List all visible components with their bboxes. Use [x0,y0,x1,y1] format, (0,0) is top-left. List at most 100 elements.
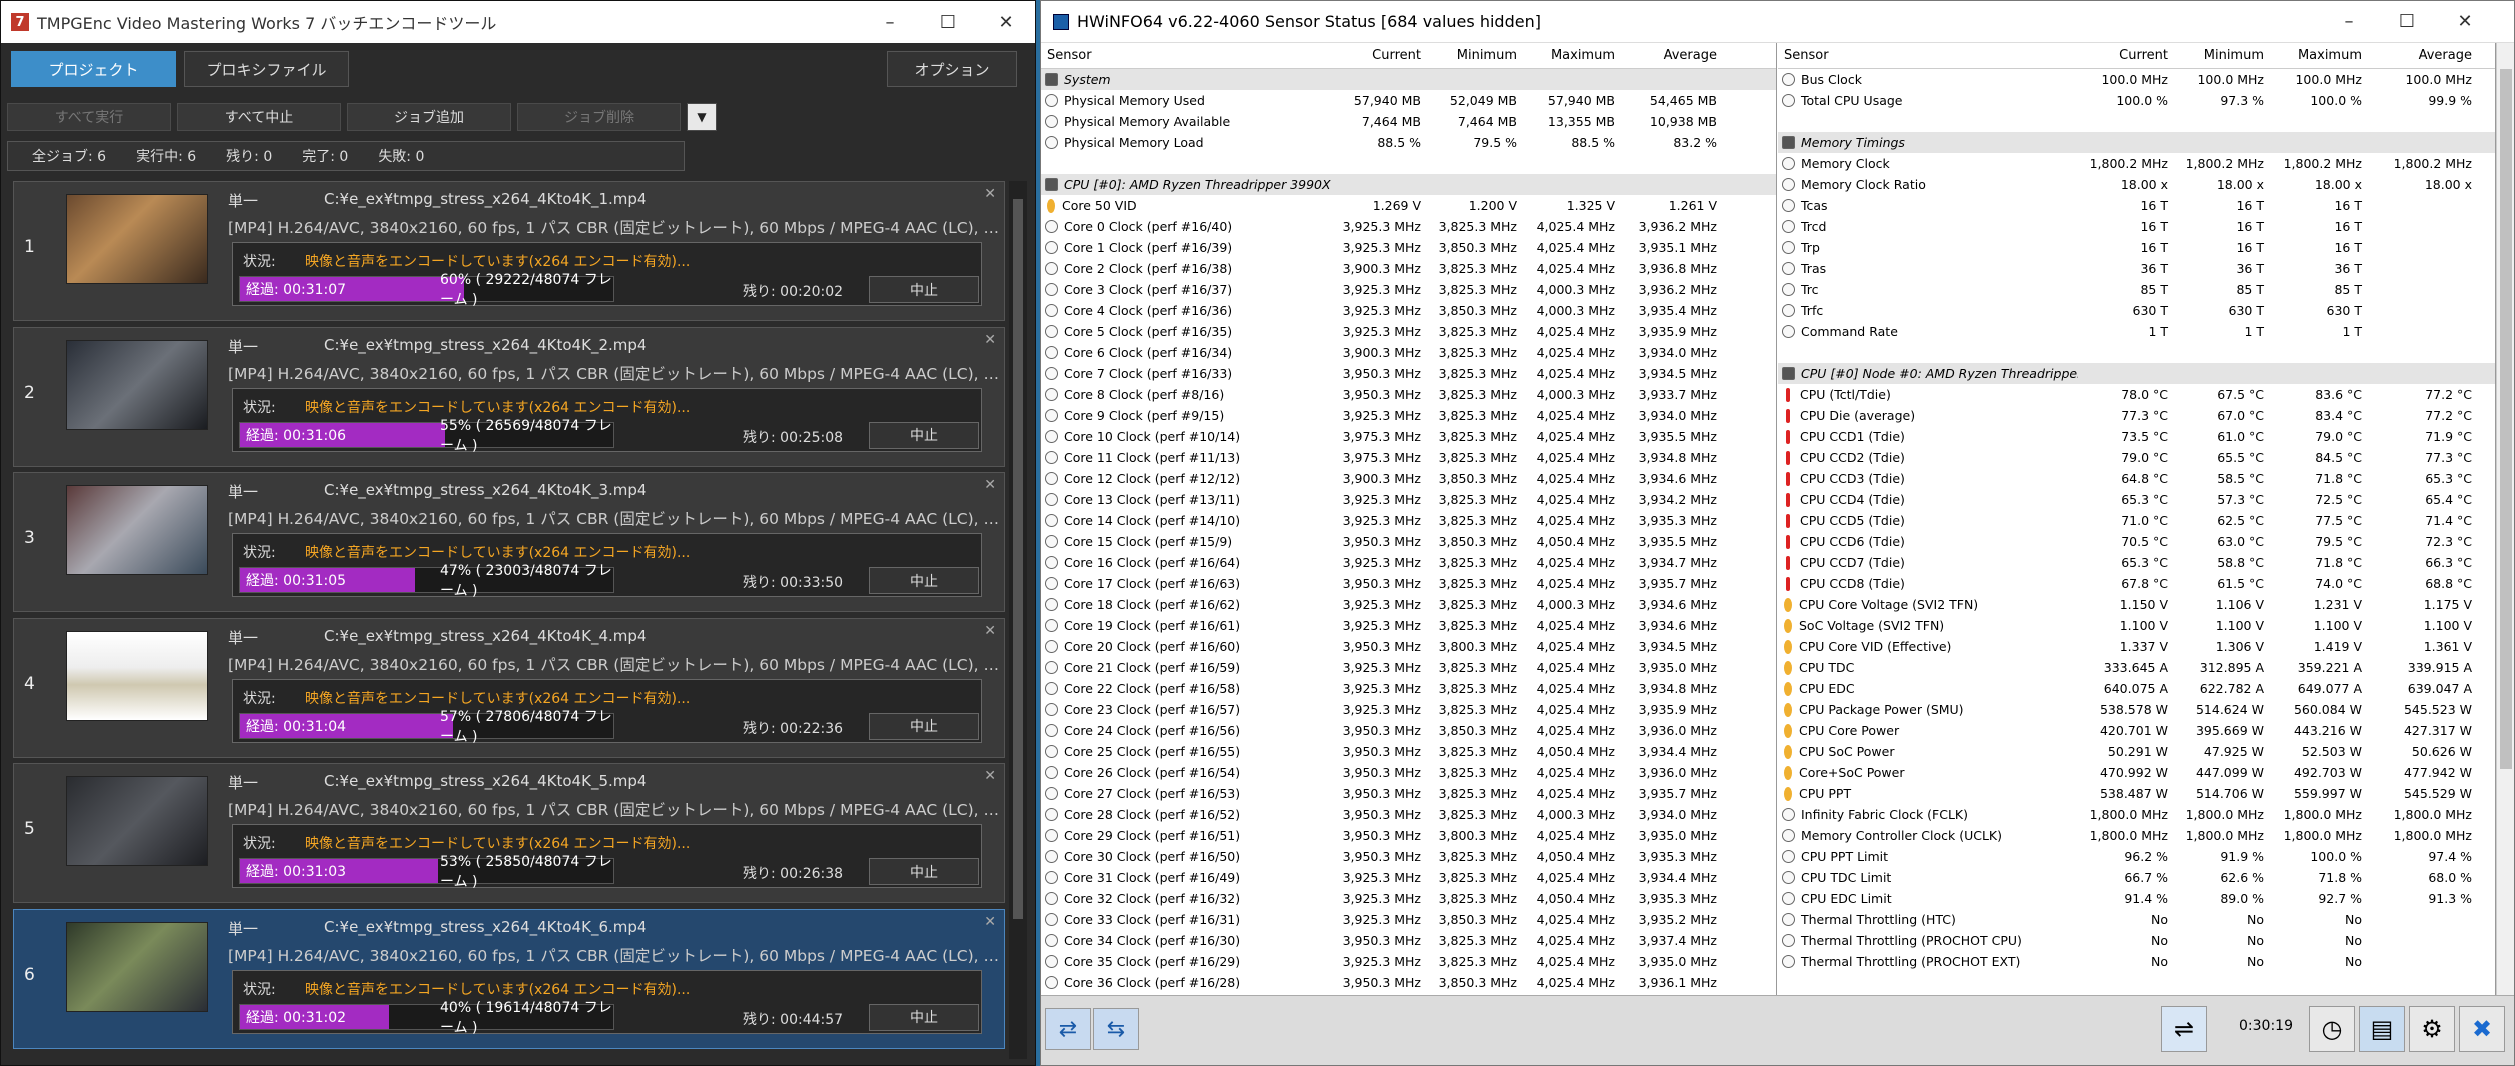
job-close-icon[interactable]: ✕ [984,623,996,639]
tab-project[interactable]: プロジェクト [11,51,176,87]
sensor-row[interactable]: Core 9 Clock (perf #9/15) 3,925.3 MHz 3,82… [1041,405,1776,426]
sensor-row[interactable]: CPU CCD6 (Tdie) 70.5 °C 63.0 °C 79.5 °C 72.3… [1778,531,2495,552]
stop-job-button[interactable]: 中止 [869,276,979,303]
sensor-row[interactable]: Core 5 Clock (perf #16/35) 3,925.3 MHz 3,8… [1041,321,1776,342]
sensor-row[interactable]: Tcas 16 T 16 T 16 T [1778,195,2495,216]
sensor-row[interactable]: Core 20 Clock (perf #16/60) 3,950.3 MHz 3,… [1041,636,1776,657]
sensor-row[interactable]: CPU TDC Limit 66.7 % 62.6 % 71.8 % 68.0 % [1778,867,2495,888]
column-header-average[interactable]: Average [2368,48,2478,63]
column-header-sensor[interactable]: Sensor [1778,48,2078,63]
sensor-row[interactable]: Core 4 Clock (perf #16/36) 3,925.3 MHz 3,8… [1041,300,1776,321]
job-card[interactable]: 1 単一 C:¥e_ex¥tmpg_stress_x264_4Kto4K_1.m… [13,181,1005,321]
sensor-row[interactable]: Tras 36 T 36 T 36 T [1778,258,2495,279]
sensor-row[interactable]: Core 11 Clock (perf #11/13) 3,975.3 MHz 3,… [1041,447,1776,468]
sensor-row[interactable]: Core 15 Clock (perf #15/9) 3,950.3 MHz 3,8… [1041,531,1776,552]
section-header[interactable]: System [1041,69,1776,90]
job-list-scrollbar[interactable] [1009,181,1027,1059]
sensor-row[interactable]: Core 28 Clock (perf #16/52) 3,950.3 MHz 3,… [1041,804,1776,825]
sensor-row[interactable]: Core 12 Clock (perf #12/12) 3,900.3 MHz 3,… [1041,468,1776,489]
sensor-row[interactable]: Core 50 VID 1.269 V 1.200 V 1.325 V 1.261 V [1041,195,1776,216]
sensor-row[interactable]: Core 6 Clock (perf #16/34) 3,900.3 MHz 3,8… [1041,342,1776,363]
run-all-button[interactable]: すべて実行 [7,103,171,131]
column-header-average[interactable]: Average [1621,48,1723,63]
sensor-row[interactable]: CPU TDC 333.645 A 312.895 A 359.221 A 339.91… [1778,657,2495,678]
sensor-row[interactable]: CPU PPT 538.487 W 514.706 W 559.997 W 545.52… [1778,783,2495,804]
sensor-row[interactable]: Trc 85 T 85 T 85 T [1778,279,2495,300]
network-icon[interactable]: ⇌ [2161,1006,2207,1052]
sensor-row[interactable]: Core 2 Clock (perf #16/38) 3,900.3 MHz 3,8… [1041,258,1776,279]
sensor-row[interactable]: CPU CCD3 (Tdie) 64.8 °C 58.5 °C 71.8 °C 65.3… [1778,468,2495,489]
column-header-sensor[interactable]: Sensor [1041,48,1331,63]
blank-row[interactable] [1778,111,2495,132]
sensor-row[interactable]: Core 17 Clock (perf #16/63) 3,950.3 MHz 3,… [1041,573,1776,594]
sensor-row[interactable]: Core 32 Clock (perf #16/32) 3,925.3 MHz 3,… [1041,888,1776,909]
sensor-row[interactable]: Core 3 Clock (perf #16/37) 3,925.3 MHz 3,8… [1041,279,1776,300]
maximize-icon[interactable]: ☐ [919,12,977,33]
job-close-icon[interactable]: ✕ [984,914,996,930]
column-header-minimum[interactable]: Minimum [1427,48,1523,63]
sensor-row[interactable]: CPU CCD2 (Tdie) 79.0 °C 65.5 °C 84.5 °C 77.3… [1778,447,2495,468]
sensor-row[interactable]: CPU CCD1 (Tdie) 73.5 °C 61.0 °C 79.0 °C 71.9… [1778,426,2495,447]
sensor-row[interactable]: Core 14 Clock (perf #14/10) 3,925.3 MHz 3,… [1041,510,1776,531]
add-job-button[interactable]: ジョブ追加 [347,103,511,131]
stop-job-button[interactable]: 中止 [869,567,979,595]
sensor-row[interactable]: Core 8 Clock (perf #8/16) 3,950.3 MHz 3,82… [1041,384,1776,405]
sensor-row[interactable]: Core 29 Clock (perf #16/51) 3,950.3 MHz 3,… [1041,825,1776,846]
sensor-row[interactable]: Core 0 Clock (perf #16/40) 3,925.3 MHz 3,8… [1041,216,1776,237]
sensor-row[interactable]: CPU PPT Limit 96.2 % 91.9 % 100.0 % 97.4 % [1778,846,2495,867]
job-close-icon[interactable]: ✕ [984,332,996,348]
sensor-row[interactable]: CPU Package Power (SMU) 538.578 W 514.624 … [1778,699,2495,720]
settings-gear-icon[interactable]: ⚙ [2409,1006,2455,1052]
tab-proxy-file[interactable]: プロキシファイル [184,51,349,87]
stop-job-button[interactable]: 中止 [869,1003,979,1031]
sensor-row[interactable]: Core+SoC Power 470.992 W 447.099 W 492.703 … [1778,762,2495,783]
sensor-row[interactable]: Core 22 Clock (perf #16/58) 3,925.3 MHz 3,… [1041,678,1776,699]
sensor-row[interactable]: Core 16 Clock (perf #16/64) 3,925.3 MHz 3,… [1041,552,1776,573]
sensor-row[interactable]: Core 36 Clock (perf #16/28) 3,950.3 MHz 3,… [1041,972,1776,993]
sensor-row[interactable]: Core 34 Clock (perf #16/30) 3,950.3 MHz 3,… [1041,930,1776,951]
job-card[interactable]: 3 単一 C:¥e_ex¥tmpg_stress_x264_4Kto4K_3.m… [13,472,1005,613]
sensor-row[interactable]: CPU CCD7 (Tdie) 65.3 °C 58.8 °C 71.8 °C 66.3… [1778,552,2495,573]
stop-job-button[interactable]: 中止 [869,421,979,449]
column-header-maximum[interactable]: Maximum [2270,48,2368,63]
column-header-maximum[interactable]: Maximum [1523,48,1621,63]
minimize-icon[interactable]: – [861,12,919,33]
blank-row[interactable] [1041,153,1776,174]
sensor-row[interactable]: Core 27 Clock (perf #16/53) 3,950.3 MHz 3,… [1041,783,1776,804]
stop-job-button[interactable]: 中止 [869,858,979,886]
sensor-row[interactable]: Core 31 Clock (perf #16/49) 3,925.3 MHz 3,… [1041,867,1776,888]
scrollbar-thumb[interactable] [2500,69,2512,769]
sensor-row[interactable]: Core 13 Clock (perf #13/11) 3,925.3 MHz 3,… [1041,489,1776,510]
sensor-row[interactable]: Command Rate 1 T 1 T 1 T [1778,321,2495,342]
sensor-row[interactable]: CPU SoC Power 50.291 W 47.925 W 52.503 W 50.… [1778,741,2495,762]
delete-job-button[interactable]: ジョブ削除 [517,103,681,131]
job-close-icon[interactable]: ✕ [984,768,996,784]
sensor-row[interactable]: Physical Memory Load 88.5 % 79.5 % 88.5 % 83… [1041,132,1776,153]
job-close-icon[interactable]: ✕ [984,186,996,202]
sensor-row[interactable]: Total CPU Usage 100.0 % 97.3 % 100.0 % 99.9 … [1778,90,2495,111]
sensor-row[interactable]: CPU CCD4 (Tdie) 65.3 °C 57.3 °C 72.5 °C 65.4… [1778,489,2495,510]
sensor-row[interactable]: Trfc 630 T 630 T 630 T [1778,300,2495,321]
sensor-row[interactable]: CPU EDC 640.075 A 622.782 A 649.077 A 639.04… [1778,678,2495,699]
column-header-current[interactable]: Current [1331,48,1427,63]
sensor-row[interactable]: CPU (Tctl/Tdie) 78.0 °C 67.5 °C 83.6 °C 77.2… [1778,384,2495,405]
sensor-row[interactable]: Core 24 Clock (perf #16/56) 3,950.3 MHz 3,… [1041,720,1776,741]
options-button[interactable]: オプション [887,51,1017,87]
sensor-row[interactable]: Thermal Throttling (PROCHOT CPU) No No No [1778,930,2495,951]
sensor-row[interactable]: Memory Clock 1,800.2 MHz 1,800.2 MHz 1,800.… [1778,153,2495,174]
scrollbar-thumb[interactable] [1013,199,1023,919]
sensor-row[interactable]: CPU EDC Limit 91.4 % 89.0 % 92.7 % 91.3 % [1778,888,2495,909]
blank-row[interactable] [1778,342,2495,363]
sensor-row[interactable]: Core 18 Clock (perf #16/62) 3,925.3 MHz 3,… [1041,594,1776,615]
job-card[interactable]: 6 単一 C:¥e_ex¥tmpg_stress_x264_4Kto4K_6.m… [13,908,1005,1049]
sensor-row[interactable]: Core 35 Clock (perf #16/29) 3,925.3 MHz 3,… [1041,951,1776,972]
job-card[interactable]: 4 単一 C:¥e_ex¥tmpg_stress_x264_4Kto4K_4.m… [13,617,1005,758]
column-header-current[interactable]: Current [2078,48,2174,63]
sensor-row[interactable]: CPU Core Voltage (SVI2 TFN) 1.150 V 1.106 … [1778,594,2495,615]
minimize-icon[interactable]: – [2320,11,2378,32]
close-icon[interactable]: ✕ [2436,11,2494,32]
clock-icon[interactable]: ◷ [2309,1006,2355,1052]
section-header[interactable]: Memory Timings [1778,132,2495,153]
sensor-row[interactable]: CPU Core Power 420.701 W 395.669 W 443.216 … [1778,720,2495,741]
sensor-row[interactable]: Core 19 Clock (perf #16/61) 3,925.3 MHz 3,… [1041,615,1776,636]
